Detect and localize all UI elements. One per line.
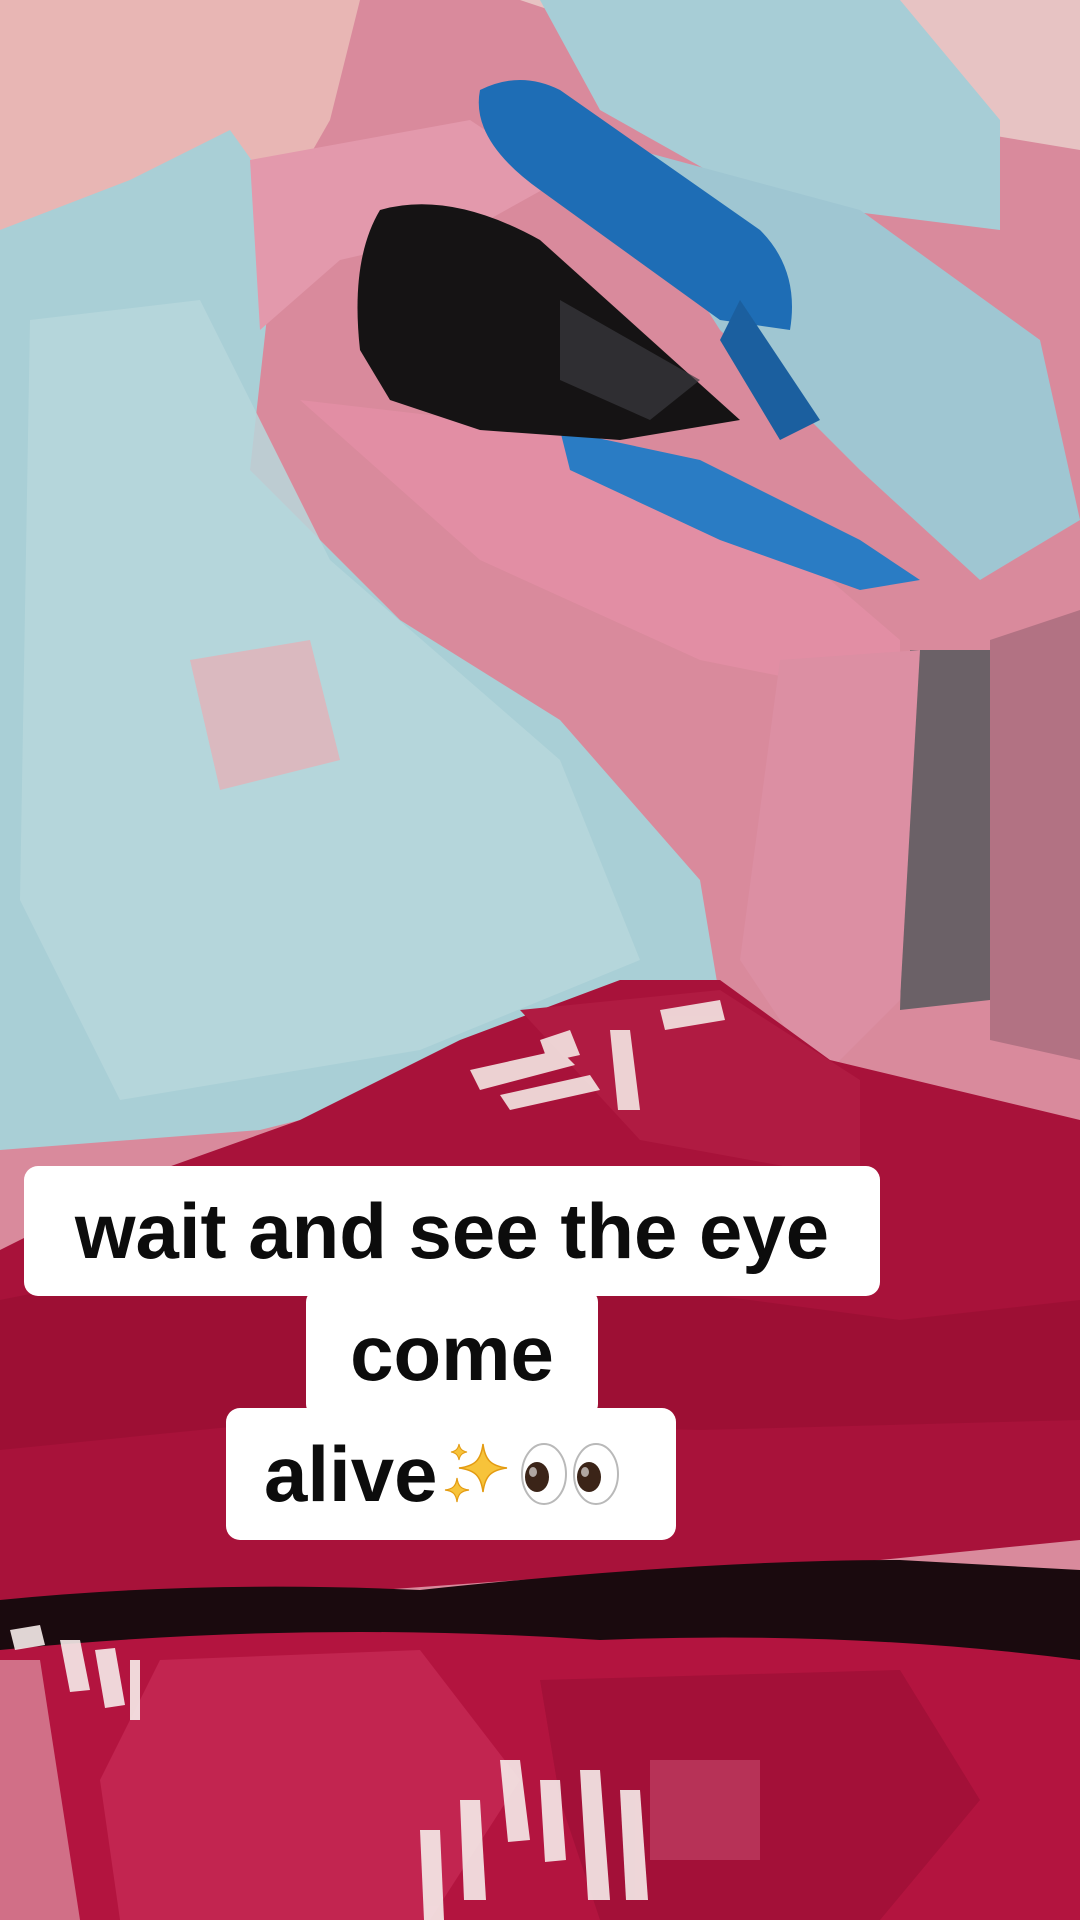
video-frame[interactable]: wait and see the eye come alive [0, 0, 1080, 1920]
painting-background [0, 0, 1080, 1920]
